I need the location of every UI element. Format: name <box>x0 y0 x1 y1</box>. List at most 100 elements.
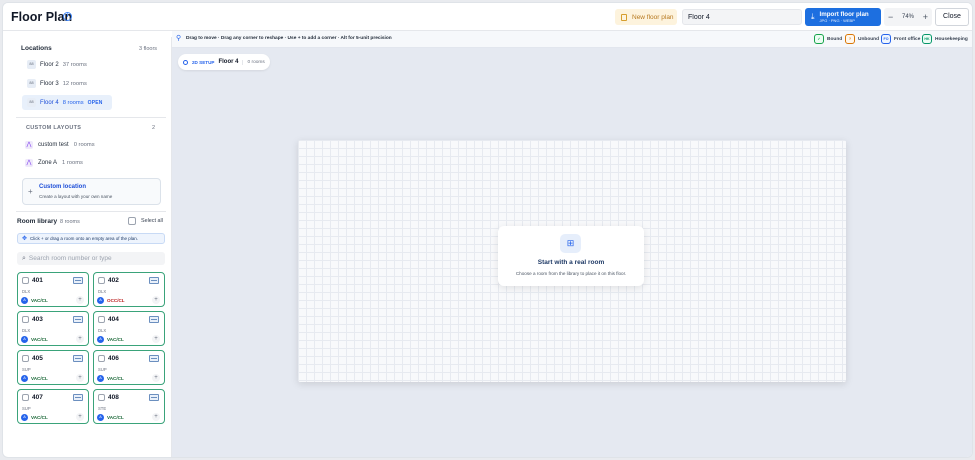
floor-item-floor-4[interactable]: 88 Floor 4 8 rooms OPEN <box>22 95 112 110</box>
room-number: 402 <box>108 277 119 284</box>
room-checkbox[interactable] <box>22 316 29 323</box>
add-room-button[interactable]: + <box>152 374 160 382</box>
room-search[interactable]: ⌕ <box>17 252 165 265</box>
room-card-406[interactable]: 406 SUP A VAC/CL + <box>93 350 165 385</box>
bed-icon <box>73 394 83 401</box>
room-number: 403 <box>32 316 43 323</box>
instruction-text: Drag to move · Drag any corner to reshap… <box>186 36 392 41</box>
empty-state-subtitle: Choose a room from the library to place … <box>515 271 627 276</box>
floor-icon: 88 <box>27 60 36 69</box>
floor-item-floor-3[interactable]: 88 Floor 3 12 rooms <box>22 76 112 91</box>
divider <box>16 211 166 212</box>
room-checkbox[interactable] <box>22 277 29 284</box>
new-floor-plan-label: New floor plan <box>632 13 674 21</box>
custom-location-button[interactable]: + Custom location Create a layout with y… <box>22 178 161 205</box>
legend-bound: ✓ Bound <box>814 34 842 44</box>
plus-icon: + <box>28 187 33 196</box>
custom-layouts-title: CUSTOM LAYOUTS <box>26 125 82 131</box>
floor-name: Floor 2 <box>40 61 59 68</box>
bed-icon <box>73 316 83 323</box>
upload-icon: ⤓ <box>811 12 815 21</box>
setup-pill: 2D SETUP Floor 4 0 rooms <box>178 54 270 70</box>
room-status: VAC/CL <box>31 415 48 420</box>
layout-item-custom-test[interactable]: ⋀ custom test 0 rooms <box>25 139 95 151</box>
import-floor-plan-button[interactable]: ⤓ Import floor plan JPG · PNG · WEBP <box>805 8 881 26</box>
floor-icon: 88 <box>27 98 36 107</box>
bed-icon <box>149 316 159 323</box>
checkbox[interactable] <box>128 217 136 225</box>
info-icon[interactable]: i <box>63 12 72 21</box>
search-input[interactable] <box>28 255 149 262</box>
locations-count: 3 floors <box>139 46 158 52</box>
layout-name: Zone A <box>38 160 58 166</box>
layout-room-count: 0 rooms <box>73 142 95 148</box>
custom-layouts-count: 2 <box>152 125 156 131</box>
legend-housekeeping: HK Housekeeping <box>922 34 968 44</box>
target-icon <box>183 59 188 65</box>
bed-icon <box>149 277 159 284</box>
floor-icon: 88 <box>27 79 36 88</box>
avatar: A <box>21 297 28 304</box>
room-checkbox[interactable] <box>98 394 105 401</box>
unbound-legend-key: ? <box>845 34 855 44</box>
floor-name-input[interactable] <box>682 9 802 25</box>
search-icon: ⌕ <box>22 254 26 262</box>
room-status: VAC/CL <box>31 376 48 381</box>
add-room-button[interactable]: + <box>152 413 160 421</box>
room-card-407[interactable]: 407 SUP A VAC/CL + <box>17 389 89 424</box>
add-room-button[interactable]: + <box>76 296 84 304</box>
select-all-checkbox[interactable]: Select all <box>128 217 163 225</box>
layout-name: custom test <box>38 142 69 148</box>
close-button[interactable]: Close <box>935 8 969 26</box>
avatar: A <box>97 336 104 343</box>
legend-label: Housekeeping <box>935 36 968 42</box>
room-checkbox[interactable] <box>22 355 29 362</box>
add-room-button[interactable]: + <box>152 296 160 304</box>
layout-icon: ⋀ <box>25 159 33 167</box>
move-icon: ✥ <box>22 236 28 242</box>
floor-canvas[interactable]: ⊞ Start with a real room Choose a room f… <box>298 140 846 382</box>
room-layout-icon: ⊞ <box>560 234 581 253</box>
room-checkbox[interactable] <box>98 277 105 284</box>
room-card-403[interactable]: 403 DLX A VAC/CL + <box>17 311 89 346</box>
bed-icon <box>73 355 83 362</box>
add-room-button[interactable]: + <box>76 374 84 382</box>
room-card-408[interactable]: 408 STE A VAC/CL + <box>93 389 165 424</box>
room-number: 407 <box>32 394 43 401</box>
room-checkbox[interactable] <box>98 355 105 362</box>
import-label: Import floor plan <box>819 11 869 18</box>
sidebar: Locations 3 floors 88 Floor 2 37 rooms 8… <box>10 37 172 457</box>
room-card-405[interactable]: 405 SUP A VAC/CL + <box>17 350 89 385</box>
legend-label: Front office <box>894 36 921 42</box>
room-status: VAC/CL <box>107 337 124 342</box>
floor-room-count: 12 rooms <box>62 80 87 87</box>
divider <box>16 117 166 118</box>
library-hint: ✥ Click + or drag a room onto an empty a… <box>17 233 165 244</box>
avatar: A <box>21 336 28 343</box>
layout-item-zone-a[interactable]: ⋀ Zone A 1 rooms <box>25 157 83 169</box>
room-card-404[interactable]: 404 DLX A VAC/CL + <box>93 311 165 346</box>
room-status: VAC/CL <box>107 376 124 381</box>
zoom-in-button[interactable]: + <box>923 12 928 22</box>
room-card-401[interactable]: 401 DLX A VAC/CL + <box>17 272 89 307</box>
open-badge: OPEN <box>87 99 103 106</box>
placed-room-count: 0 rooms <box>242 59 265 65</box>
avatar: A <box>97 297 104 304</box>
room-type: DLX <box>22 289 31 294</box>
new-floor-plan-button[interactable]: New floor plan <box>615 9 677 25</box>
zoom-out-button[interactable]: − <box>888 12 893 22</box>
drag-icon: ⚲ <box>176 35 182 42</box>
room-status: OCC/CL <box>107 298 125 303</box>
legend-unbound: ? Unbound <box>845 34 879 44</box>
add-room-button[interactable]: + <box>76 413 84 421</box>
floor-item-floor-2[interactable]: 88 Floor 2 37 rooms <box>22 57 112 72</box>
room-checkbox[interactable] <box>22 394 29 401</box>
avatar: A <box>97 375 104 382</box>
add-room-button[interactable]: + <box>152 335 160 343</box>
bed-icon <box>149 394 159 401</box>
room-checkbox[interactable] <box>98 316 105 323</box>
add-room-button[interactable]: + <box>76 335 84 343</box>
legend-label: Unbound <box>858 36 880 42</box>
document-icon <box>621 13 627 21</box>
room-card-402[interactable]: 402 DLX A OCC/CL + <box>93 272 165 307</box>
